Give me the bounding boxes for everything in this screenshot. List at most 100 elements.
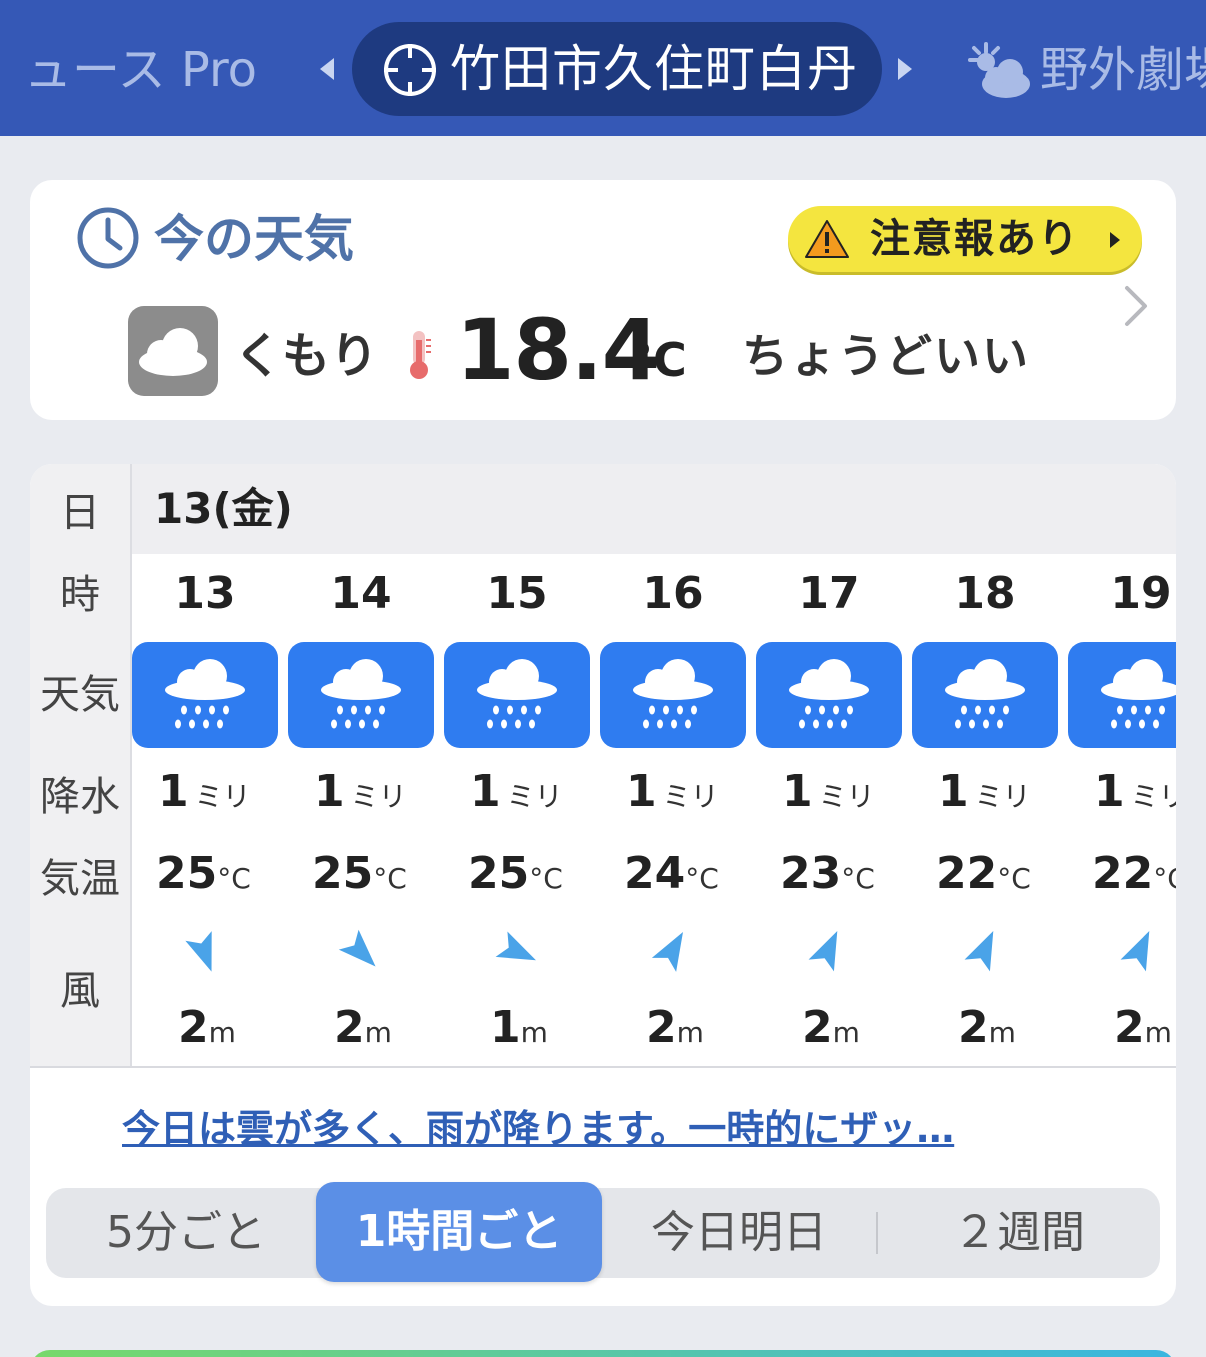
- partly-cloudy-icon: [968, 42, 1030, 98]
- current-weather-card[interactable]: 今の天気 注意報あり くもり 18.4 °C ちょうどいい: [30, 180, 1176, 420]
- hour-column[interactable]: 13 1 ミリ 25°C 2m: [132, 554, 288, 1066]
- precipitation-value: 1 ミリ: [314, 764, 407, 825]
- precipitation-unit: ミリ: [662, 780, 719, 813]
- temperature-unit: °C: [217, 862, 251, 895]
- precipitation-value: 1 ミリ: [470, 764, 563, 825]
- temperature-value: 22°C: [936, 846, 1031, 907]
- precipitation-value: 1 ミリ: [1094, 764, 1176, 825]
- feels-like-text: ちょうどいい: [742, 329, 1030, 383]
- wind-speed: 2: [1114, 1002, 1145, 1053]
- precipitation-unit: ミリ: [506, 780, 563, 813]
- divider: [30, 1066, 1176, 1068]
- precipitation-amount: 1: [470, 766, 501, 817]
- row-label-precipitation: 降水: [40, 774, 120, 820]
- hour-column[interactable]: 16 1 ミリ 24°C 2m: [600, 554, 756, 1066]
- rain-icon: [912, 642, 1058, 748]
- temperature-amount: 25: [468, 848, 530, 899]
- rain-icon: [756, 642, 902, 748]
- precipitation-unit: ミリ: [974, 780, 1031, 813]
- row-label-weather: 天気: [40, 672, 120, 718]
- hour-label: 14: [330, 568, 392, 619]
- forecast-summary-link[interactable]: 今日は雲が多く、雨が降ります。一時的にザッ…: [122, 1104, 954, 1154]
- warning-icon: [805, 220, 849, 258]
- precipitation-unit: ミリ: [818, 780, 875, 813]
- temperature-unit: °C: [529, 862, 563, 895]
- rain-icon: [600, 642, 746, 748]
- precipitation-unit: ミリ: [194, 780, 251, 813]
- precipitation-amount: 1: [782, 766, 813, 817]
- wind-unit: m: [1144, 1016, 1172, 1049]
- segment-two-weeks[interactable]: ２週間: [878, 1188, 1160, 1278]
- wind-unit: m: [832, 1016, 860, 1049]
- hourly-forecast-card: 日 時 天気 降水 気温 風 13(金) 13 1 ミリ 25°C 2m 14 1 ミリ 25°…: [30, 464, 1176, 1306]
- temperature-unit: °C: [997, 862, 1031, 895]
- wind-unit: m: [364, 1016, 392, 1049]
- cloud-icon: [128, 306, 218, 396]
- temperature-value: 23°C: [780, 846, 875, 907]
- interval-segmented-control: 5分ごと 1時間ごと 今日明日 ２週間: [46, 1182, 1160, 1282]
- tab-current-location[interactable]: 竹田市久住町白丹: [352, 22, 882, 116]
- temperature-value: 25°C: [312, 846, 407, 907]
- wind-value: 2m: [646, 1000, 704, 1061]
- temperature-amount: 22: [1092, 848, 1154, 899]
- hourly-grid[interactable]: 13 1 ミリ 25°C 2m 14 1 ミリ 25°C 2m 15 1 ミリ 25°C 1m 16 1 ミリ 24…: [132, 554, 1176, 1066]
- temperature-value: 24°C: [624, 846, 719, 907]
- clock-icon: [77, 207, 139, 269]
- hour-column[interactable]: 17 1 ミリ 23°C 2m: [756, 554, 912, 1066]
- precipitation-unit: ミリ: [1130, 780, 1176, 813]
- wind-speed: 2: [802, 1002, 833, 1053]
- row-label-column: 日 時 天気 降水 気温 風: [30, 464, 132, 1066]
- wind-speed: 1: [490, 1002, 521, 1053]
- temperature-unit: °C: [841, 862, 875, 895]
- wind-speed: 2: [178, 1002, 209, 1053]
- wind-value: 2m: [958, 1000, 1016, 1061]
- temperature-unit: °C: [685, 862, 719, 895]
- row-label-hour: 時: [60, 572, 100, 618]
- wind-unit: m: [988, 1016, 1016, 1049]
- precipitation-amount: 1: [1094, 766, 1125, 817]
- wind-unit: m: [208, 1016, 236, 1049]
- segment-hourly[interactable]: 1時間ごと: [316, 1182, 602, 1282]
- wind-direction-arrow-icon: [1120, 931, 1150, 972]
- segment-hourly-label: 1時間ごと: [355, 1206, 563, 1257]
- wind-value: 1m: [490, 1000, 548, 1061]
- hour-label: 13: [174, 568, 236, 619]
- temperature-value: 22°C: [1092, 846, 1176, 907]
- weather-advisory-button[interactable]: 注意報あり: [788, 206, 1142, 272]
- hour-column[interactable]: 18 1 ミリ 22°C 2m: [912, 554, 1068, 1066]
- chevron-right-icon[interactable]: [1122, 284, 1150, 328]
- wind-direction-arrow-icon: [651, 931, 683, 972]
- scroll-right-arrow-icon[interactable]: [898, 58, 912, 80]
- temperature-unit: °C: [630, 333, 687, 387]
- temperature-value: 25°C: [156, 846, 251, 907]
- wind-value: 2m: [1114, 1000, 1172, 1061]
- hour-label: 16: [642, 568, 704, 619]
- current-weather-title: 今の天気: [154, 210, 354, 268]
- temperature-amount: 25: [156, 848, 218, 899]
- hour-column[interactable]: 14 1 ミリ 25°C 2m: [288, 554, 444, 1066]
- scroll-left-arrow-icon[interactable]: [320, 58, 334, 80]
- hour-column[interactable]: 19 1ミリ 22°C 2m: [1068, 554, 1176, 1066]
- temperature-amount: 24: [624, 848, 686, 899]
- tab-previous-location[interactable]: ュース Pro: [24, 38, 257, 102]
- date-header: 13(金): [132, 464, 1176, 554]
- wind-direction-arrow-icon: [808, 931, 838, 972]
- hour-column[interactable]: 15 1 ミリ 25°C 1m: [444, 554, 600, 1066]
- wind-direction-arrow-icon: [185, 931, 212, 972]
- precipitation-amount: 1: [314, 766, 345, 817]
- hour-label: 17: [798, 568, 860, 619]
- rain-icon: [288, 642, 434, 748]
- wind-direction-arrow-icon: [495, 931, 536, 961]
- temperature-value: 25°C: [468, 846, 563, 907]
- precipitation-amount: 1: [938, 766, 969, 817]
- precipitation-amount: 1: [626, 766, 657, 817]
- advisory-label: 注意報あり: [870, 216, 1080, 262]
- hour-label: 18: [954, 568, 1016, 619]
- wind-direction-arrow-icon: [964, 931, 994, 972]
- row-label-date: 日: [60, 490, 100, 536]
- temperature-unit: °C: [373, 862, 407, 895]
- current-condition: くもり: [234, 328, 379, 384]
- tab-next-location[interactable]: 野外劇場: [1040, 38, 1206, 102]
- segment-5min[interactable]: 5分ごと: [46, 1188, 326, 1278]
- segment-today-tomorrow[interactable]: 今日明日: [602, 1188, 876, 1278]
